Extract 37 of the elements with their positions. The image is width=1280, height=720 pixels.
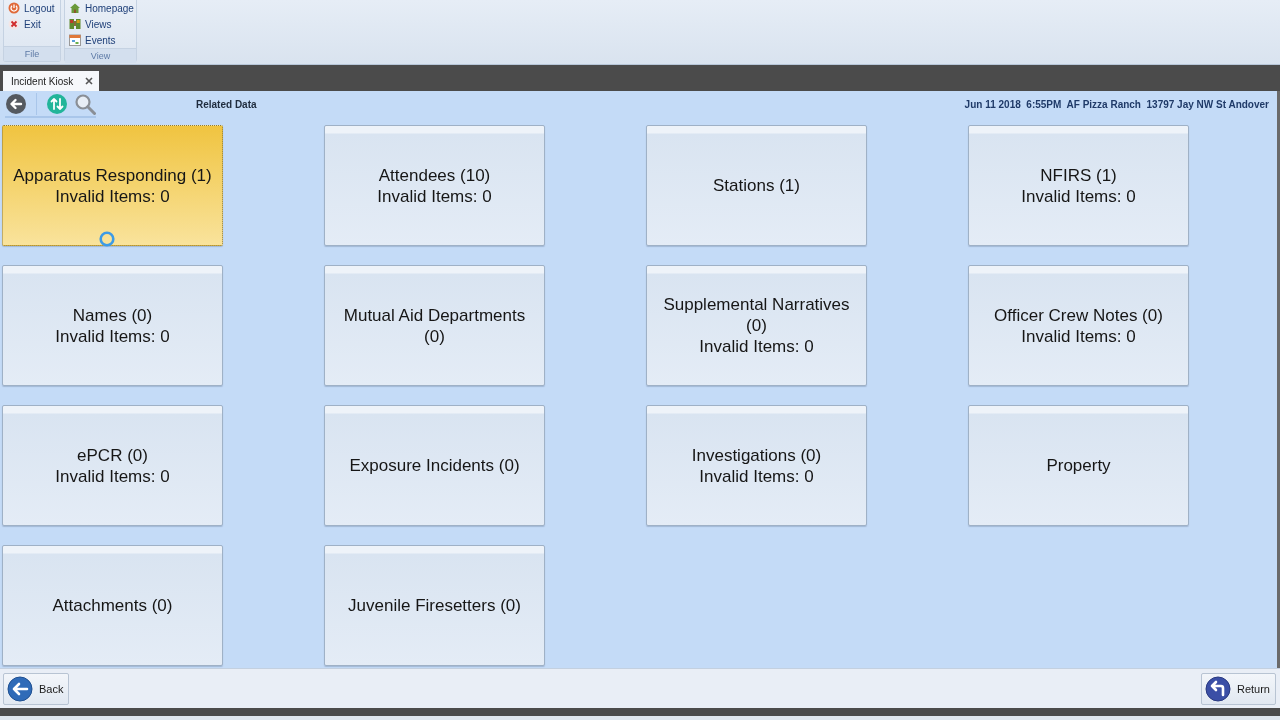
close-icon [8,18,20,30]
related-data-tile[interactable]: Apparatus Responding (1) Invalid Items: 0 [2,125,223,246]
ribbon-button[interactable]: Homepage [69,0,134,16]
power-icon [8,2,20,14]
tab[interactable]: Incident Kiosk [3,71,100,91]
incident-info: Jun 11 2018 6:55PM AF Pizza Ranch 13797 Jay NW St Andover [964,99,1269,110]
related-data-tile[interactable]: Officer Crew Notes (0) Invalid Items: 0 [968,265,1189,386]
ribbon-button[interactable]: Logout [8,0,55,16]
back-button[interactable]: Back [3,672,70,705]
related-data-tile[interactable]: Supplemental Narratives (0) Invalid Items: 0 [646,265,867,386]
search-icon[interactable] [74,92,96,115]
refresh-icon[interactable] [46,92,68,115]
calendar-icon [69,34,81,46]
related-data-tile[interactable]: Investigations (0) Invalid Items: 0 [646,405,867,526]
related-data-tile[interactable]: Exposure Incidents (0) [324,405,545,526]
group-label: View [65,48,136,63]
related-data-tile[interactable]: Mutual Aid Departments (0) [324,265,545,386]
ribbon-button[interactable]: Exit [8,16,41,32]
related-data-tile[interactable]: Attachments (0) [2,545,223,666]
group-label: File [4,46,60,61]
return-button[interactable]: Return [1200,672,1276,705]
close-icon[interactable] [85,77,94,85]
ring-icon [99,231,115,247]
panels-icon [69,18,81,30]
related-data-tile[interactable]: NFIRS (1) Invalid Items: 0 [968,125,1189,246]
ribbon-button[interactable]: Events [69,32,116,48]
related-data-tile[interactable]: Names (0) Invalid Items: 0 [2,265,223,386]
section-title: Related Data [196,99,257,110]
arrow-left-icon [7,675,33,702]
back-icon[interactable] [5,92,27,115]
house-icon [69,2,81,14]
related-data-tile[interactable]: Juvenile Firesetters (0) [324,545,545,666]
related-data-tile[interactable]: ePCR (0) Invalid Items: 0 [2,405,223,526]
related-data-tile[interactable]: Stations (1) [646,125,867,246]
ribbon-button[interactable]: Views [69,16,112,32]
related-data-tile[interactable]: Attendees (10) Invalid Items: 0 [324,125,545,246]
related-data-tile[interactable]: Property [968,405,1189,526]
